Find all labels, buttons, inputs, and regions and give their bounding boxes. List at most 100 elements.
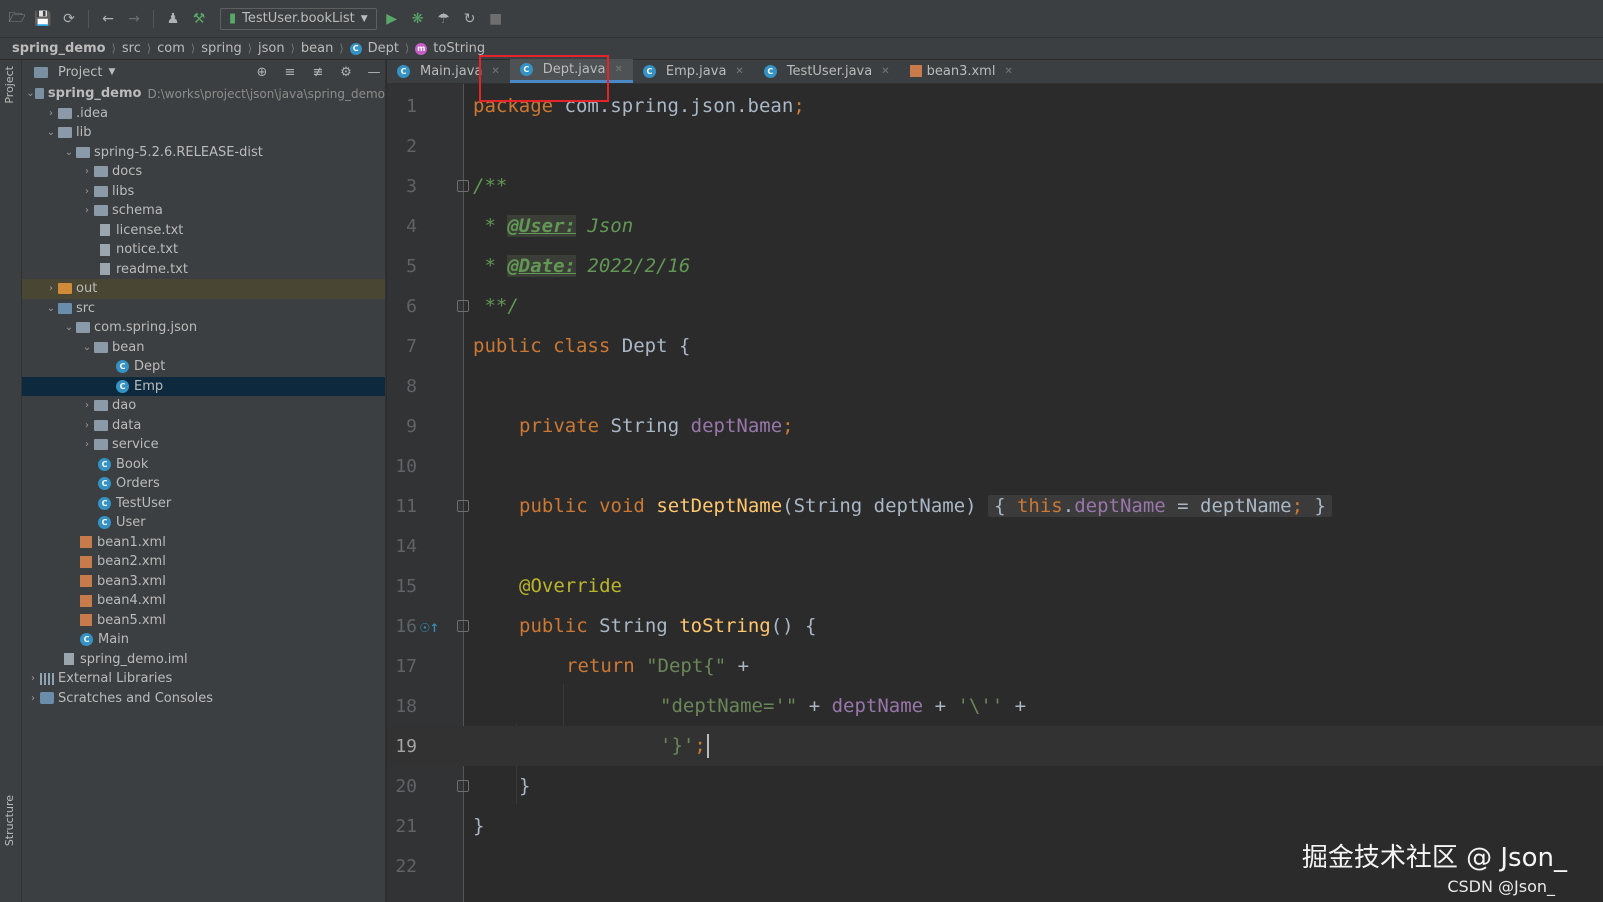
forward-icon[interactable]: → (123, 8, 145, 30)
fold-icon[interactable] (457, 500, 469, 512)
tree-item-out[interactable]: › out (22, 279, 385, 299)
navigation-breadcrumb: spring_demo ⟩ src ⟩ com ⟩ spring ⟩ json … (0, 38, 1603, 60)
tree-item-bean[interactable]: ⌄ bean (22, 338, 385, 358)
tree-item-spring-demo[interactable]: ⌄ spring_demo D:\works\project\json\java… (22, 84, 385, 104)
run-configuration-select[interactable]: ▮ TestUser.bookList ▼ (220, 7, 377, 30)
tree-item-license[interactable]: license.txt (22, 221, 385, 241)
build-hammer-icon[interactable]: ⚒ (188, 8, 210, 30)
tree-item-service[interactable]: › service (22, 435, 385, 455)
chevron-down-icon[interactable]: ⌄ (62, 147, 76, 158)
chevron-right-icon[interactable]: › (26, 673, 40, 684)
tree-item-main[interactable]: C Main (22, 630, 385, 650)
locate-icon[interactable]: ⊕ (251, 65, 273, 80)
chevron-right-icon[interactable]: › (80, 186, 94, 197)
profile-icon[interactable]: ↻ (459, 8, 481, 30)
tree-item-schema[interactable]: › schema (22, 201, 385, 221)
tree-item-dept[interactable]: C Dept (22, 357, 385, 377)
close-icon[interactable]: ✕ (735, 66, 743, 77)
open-folder-icon[interactable]: 🗁 (6, 8, 28, 30)
close-icon[interactable]: ✕ (615, 64, 623, 75)
stop-icon[interactable]: ■ (485, 8, 507, 30)
chevron-right-icon[interactable]: › (80, 205, 94, 216)
tab-emp-java[interactable]: C Emp.java ✕ (633, 59, 754, 83)
tree-item-book[interactable]: C Book (22, 455, 385, 475)
tree-item-external-libraries[interactable]: › External Libraries (22, 669, 385, 689)
breadcrumb-item[interactable]: com (157, 41, 185, 56)
tree-item-bean1[interactable]: bean1.xml (22, 533, 385, 553)
tree-item-readme[interactable]: readme.txt (22, 260, 385, 280)
tree-item-bean2[interactable]: bean2.xml (22, 552, 385, 572)
tree-item-orders[interactable]: C Orders (22, 474, 385, 494)
tree-item-package[interactable]: ⌄ com.spring.json (22, 318, 385, 338)
breadcrumb-item[interactable]: spring_demo (12, 41, 106, 56)
fold-icon[interactable] (457, 620, 469, 632)
tree-item-data[interactable]: › data (22, 416, 385, 436)
tree-item-scratches[interactable]: › Scratches and Consoles (22, 689, 385, 709)
tab-main-java[interactable]: C Main.java ✕ (387, 59, 510, 83)
chevron-right-icon[interactable]: › (44, 108, 58, 119)
chevron-down-icon[interactable]: ⌄ (26, 88, 35, 99)
tree-item-emp[interactable]: C Emp (22, 376, 385, 396)
fold-icon[interactable] (457, 300, 469, 312)
tree-item-dao[interactable]: › dao (22, 396, 385, 416)
gear-icon[interactable]: ⚙ (335, 65, 357, 80)
code-line: 17 return "Dept{" + (387, 646, 1603, 686)
tree-item-notice[interactable]: notice.txt (22, 240, 385, 260)
chevron-right-icon[interactable]: › (80, 439, 94, 450)
chevron-right-icon[interactable]: › (80, 400, 94, 411)
tree-item-docs[interactable]: › docs (22, 162, 385, 182)
sync-icon[interactable]: ⟳ (58, 8, 80, 30)
tree-item-bean4[interactable]: bean4.xml (22, 591, 385, 611)
chevron-down-icon[interactable]: ⌄ (80, 342, 94, 353)
tree-item-user[interactable]: C User (22, 513, 385, 533)
close-icon[interactable]: ✕ (881, 66, 889, 77)
chevron-right-icon[interactable]: › (80, 420, 94, 431)
chevron-down-icon[interactable]: ⌄ (62, 322, 76, 333)
chevron-right-icon[interactable]: › (44, 283, 58, 294)
vcs-user-icon[interactable]: ♟ (162, 8, 184, 30)
run-icon[interactable]: ▶ (381, 8, 403, 30)
tree-item-libs[interactable]: › libs (22, 182, 385, 202)
tree-item-bean5[interactable]: bean5.xml (22, 611, 385, 631)
tree-item-testuser[interactable]: C TestUser (22, 494, 385, 514)
collapse-all-icon[interactable]: ≢ (307, 65, 329, 80)
breadcrumb-item[interactable]: bean (301, 41, 333, 56)
tree-item-iml[interactable]: spring_demo.iml (22, 650, 385, 670)
tab-dept-java[interactable]: C Dept.java ✕ (509, 59, 633, 83)
debug-bug-icon[interactable]: ❋ (407, 8, 429, 30)
chevron-down-icon[interactable]: ▼ (108, 67, 115, 77)
hide-icon[interactable]: — (363, 65, 385, 80)
tab-label: Emp.java (665, 63, 727, 79)
tab-label: bean3.xml (926, 63, 996, 79)
code-line: 3 /** (387, 166, 1603, 206)
fold-icon[interactable] (457, 780, 469, 792)
tab-testuser-java[interactable]: C TestUser.java ✕ (754, 59, 900, 83)
project-tool-tab[interactable]: Project (3, 66, 16, 104)
structure-tool-tab[interactable]: Structure (3, 795, 16, 846)
breadcrumb-item[interactable]: Dept (368, 41, 399, 56)
code-editor[interactable]: 1 package com.spring.json.bean; 2 3 /** … (387, 84, 1603, 902)
breadcrumb-item[interactable]: spring (201, 41, 241, 56)
tree-item-spring-dist[interactable]: ⌄ spring-5.2.6.RELEASE-dist (22, 143, 385, 163)
breadcrumb-item[interactable]: src (122, 41, 141, 56)
tree-item-src[interactable]: ⌄ src (22, 299, 385, 319)
coverage-icon[interactable]: ☂ (433, 8, 455, 30)
tab-bean3-xml[interactable]: bean3.xml ✕ (900, 59, 1023, 83)
back-icon[interactable]: ← (97, 8, 119, 30)
project-panel-title[interactable]: Project (58, 65, 102, 80)
tree-item-bean3[interactable]: bean3.xml (22, 572, 385, 592)
tree-item-idea[interactable]: › .idea (22, 104, 385, 124)
chevron-down-icon[interactable]: ⌄ (44, 127, 58, 138)
chevron-right-icon[interactable]: › (80, 166, 94, 177)
breadcrumb-item[interactable]: json (258, 41, 285, 56)
tree-item-lib[interactable]: ⌄ lib (22, 123, 385, 143)
close-icon[interactable]: ✕ (1004, 66, 1012, 77)
fold-icon[interactable] (457, 180, 469, 192)
save-icon[interactable]: 💾 (32, 8, 54, 30)
override-method-icon[interactable]: ☉↑ (420, 617, 439, 636)
breadcrumb-item[interactable]: toString (433, 41, 485, 56)
expand-all-icon[interactable]: ≡ (279, 65, 301, 80)
chevron-right-icon[interactable]: › (26, 693, 40, 704)
chevron-down-icon[interactable]: ⌄ (44, 303, 58, 314)
close-icon[interactable]: ✕ (491, 66, 499, 77)
